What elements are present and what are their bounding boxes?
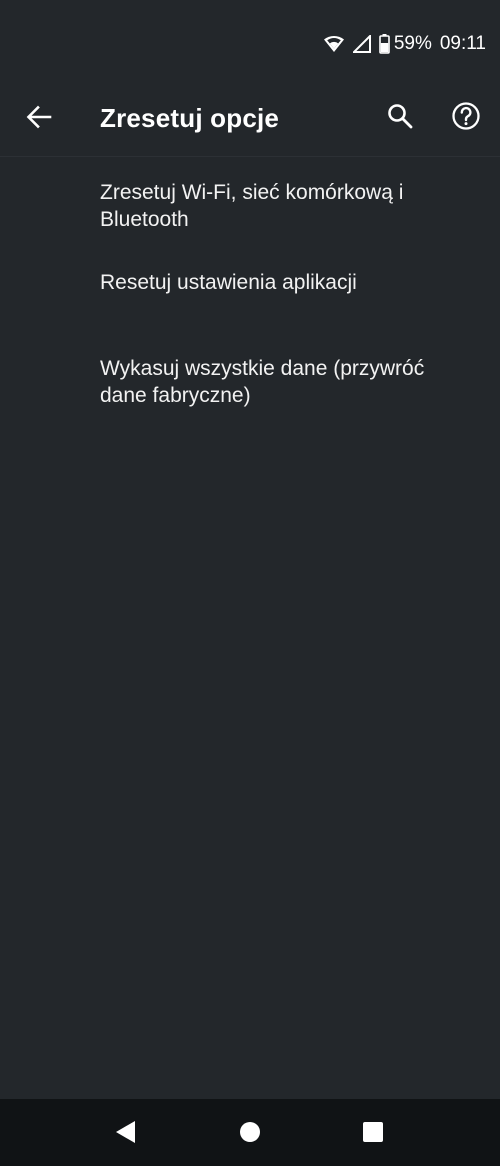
wifi-icon [323, 35, 345, 53]
option-label: Wykasuj wszystkie dane (przywróć dane fa… [100, 357, 425, 407]
nav-home-icon [240, 1122, 260, 1142]
battery-percentage: 59% [393, 33, 432, 54]
app-bar: Zresetuj opcje [0, 88, 500, 157]
reset-network-option[interactable]: Zresetuj Wi-Fi, sieć komórkową i Bluetoo… [0, 156, 500, 257]
reset-app-preferences-option[interactable]: Resetuj ustawienia aplikacji [0, 257, 500, 331]
nav-home-button[interactable] [235, 1117, 265, 1147]
status-bar: 59% 09:11 [0, 0, 500, 88]
nav-back-button[interactable] [110, 1117, 140, 1147]
back-button[interactable] [22, 100, 56, 134]
nav-back-icon [116, 1121, 135, 1143]
back-arrow-icon [26, 105, 52, 129]
cellular-signal-icon [351, 33, 371, 53]
status-icons: 59% 09:11 [323, 33, 486, 55]
battery-icon [379, 34, 390, 54]
option-label: Zresetuj Wi-Fi, sieć komórkową i Bluetoo… [100, 181, 404, 231]
clock: 09:11 [439, 33, 486, 54]
search-button[interactable] [384, 100, 416, 132]
nav-recents-button[interactable] [358, 1117, 388, 1147]
search-icon [388, 104, 413, 129]
help-button[interactable] [450, 100, 482, 132]
nav-recents-icon [363, 1122, 383, 1142]
help-icon [452, 102, 480, 130]
navigation-bar [0, 1099, 500, 1166]
factory-reset-option[interactable]: Wykasuj wszystkie dane (przywróć dane fa… [0, 331, 500, 411]
reset-options-list: Zresetuj Wi-Fi, sieć komórkową i Bluetoo… [0, 156, 500, 411]
option-label: Resetuj ustawienia aplikacji [100, 271, 357, 294]
page-title: Zresetuj opcje [100, 103, 280, 133]
